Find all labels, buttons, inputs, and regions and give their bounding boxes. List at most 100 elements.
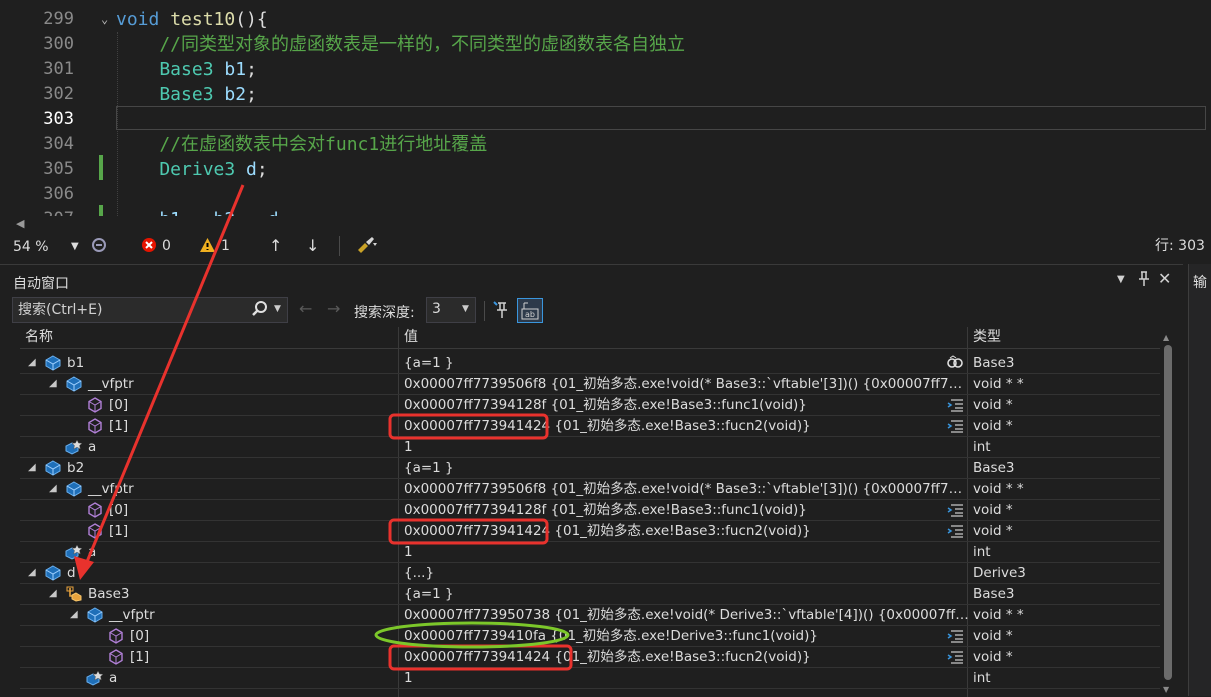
cube-icon — [86, 418, 104, 434]
search-icon[interactable] — [251, 300, 269, 322]
code-text: //同类型对象的虚函数表是一样的，不同类型的虚函数表各自独立 — [116, 32, 685, 57]
code-line[interactable]: 302 Base3 b2; — [0, 82, 1180, 107]
scroll-down-icon[interactable]: ▼ — [1163, 685, 1169, 694]
watch-value[interactable]: {a=1 } — [404, 458, 970, 478]
visualizer-icon[interactable] — [947, 418, 965, 434]
code-token: (){ — [235, 9, 268, 30]
watch-value[interactable]: 0x00007ff773941424 {01_初始多态.exe!Base3::f… — [404, 647, 970, 667]
visualizer-icon[interactable] — [947, 502, 965, 518]
close-icon[interactable]: ✕ — [1158, 269, 1171, 288]
visualizer-icon[interactable] — [947, 649, 965, 665]
watch-name: [1] — [109, 418, 129, 434]
code-line[interactable]: 303 — [0, 107, 1180, 132]
horizontal-scrollbar[interactable]: ◀ — [0, 216, 1211, 232]
watch-row[interactable]: [0] 0x00007ff77394128f {01_初始多态.exe!Base3… — [20, 395, 1160, 416]
watch-value[interactable]: 0x00007ff7739410fa {01_初始多态.exe!Derive3:… — [404, 626, 970, 646]
watch-row[interactable]: a 1 int — [20, 437, 1160, 458]
scroll-up-icon[interactable]: ▲ — [1163, 333, 1169, 342]
column-header-name[interactable]: 名称 — [25, 327, 53, 348]
search-depth-dropdown[interactable]: 3 ▼ — [426, 297, 476, 323]
watch-row[interactable]: ◢ Base3 {a=1 } Base3 — [20, 584, 1160, 605]
watch-row[interactable]: ◢ b1 {a=1 } Base3 — [20, 353, 1160, 374]
code-line[interactable]: 300 //同类型对象的虚函数表是一样的，不同类型的虚函数表各自独立 — [0, 32, 1180, 57]
code-line[interactable]: 307 b1 = b2 = d — [0, 207, 1180, 216]
watch-value[interactable]: 1 — [404, 668, 970, 688]
zoom-dropdown[interactable]: 54 % ▼ — [9, 235, 85, 257]
watch-value[interactable]: 0x00007ff773941424 {01_初始多态.exe!Base3::f… — [404, 416, 970, 436]
header-divider — [20, 348, 1160, 349]
watch-value[interactable]: 0x00007ff7739506f8 {01_初始多态.exe!void(* B… — [404, 479, 970, 499]
column-header-type[interactable]: 类型 — [973, 327, 1001, 348]
watch-name-cell: ◢ Base3 — [20, 584, 398, 604]
code-line[interactable]: 305 Derive3 d; — [0, 157, 1180, 182]
watch-name: a — [88, 544, 97, 560]
watch-value[interactable]: {a=1 } — [404, 353, 970, 373]
view-icon[interactable] — [946, 355, 964, 371]
brush-icon[interactable] — [356, 236, 378, 259]
watch-row[interactable]: [1] 0x00007ff773941424 {01_初始多态.exe!Base3… — [20, 647, 1160, 668]
code-editor[interactable]: 298 299⌄void test10(){300 //同类型对象的虚函数表是一… — [0, 0, 1211, 216]
visualizer-icon[interactable] — [947, 523, 965, 539]
watch-value[interactable]: 0x00007ff77394128f {01_初始多态.exe!Base3::f… — [404, 500, 970, 520]
scrollbar-thumb[interactable] — [1164, 345, 1172, 680]
watch-name: [0] — [130, 628, 150, 644]
visualizer-icon[interactable] — [947, 628, 965, 644]
search-box[interactable]: ▼ — [12, 297, 288, 323]
watch-row[interactable]: ◢ __vfptr 0x00007ff7739506f8 {01_初始多态.exe!… — [20, 374, 1160, 395]
object-icon — [65, 376, 83, 392]
watch-row[interactable]: [0] 0x00007ff7739410fa {01_初始多态.exe!Deriv… — [20, 626, 1160, 647]
watch-row[interactable]: ◢ b2 {a=1 } Base3 — [20, 458, 1160, 479]
code-line[interactable]: 306 — [0, 182, 1180, 207]
watch-value[interactable]: 1 — [404, 542, 970, 562]
search-input[interactable] — [18, 301, 246, 319]
code-line[interactable]: 301 Base3 b1; — [0, 57, 1180, 82]
watch-value[interactable]: 1 — [404, 437, 970, 457]
visualizer-icon[interactable] — [947, 397, 965, 413]
watch-value[interactable]: 0x00007ff7739506f8 {01_初始多态.exe!void(* B… — [404, 374, 970, 394]
watch-type: void * * — [973, 607, 1024, 623]
watch-row[interactable]: ◢ __vfptr 0x00007ff773950738 {01_初始多态.exe!… — [20, 605, 1160, 626]
watch-value[interactable]: 0x00007ff77394128f {01_初始多态.exe!Base3::f… — [404, 395, 970, 415]
watch-row[interactable]: [1] 0x00007ff773941424 {01_初始多态.exe!Base3… — [20, 521, 1160, 542]
watch-name-cell: [0] — [20, 395, 398, 415]
watch-value[interactable]: {...} — [404, 563, 970, 583]
output-panel-collapsed[interactable]: 输 — [1188, 264, 1211, 696]
arrow-down-icon[interactable]: ↓ — [306, 237, 319, 255]
pin-icon[interactable] — [1137, 271, 1151, 291]
watch-row[interactable]: a 1 int — [20, 668, 1160, 689]
expand-triangle-icon[interactable]: ◢ — [49, 584, 57, 604]
expand-triangle-icon[interactable]: ◢ — [28, 353, 36, 373]
search-options-chevron-icon[interactable]: ▼ — [274, 304, 281, 314]
expand-triangle-icon[interactable]: ◢ — [49, 479, 57, 499]
arrow-up-icon[interactable]: ↑ — [269, 237, 282, 255]
watch-row[interactable]: ◢ d {...} Derive3 — [20, 563, 1160, 584]
expand-triangle-icon[interactable]: ◢ — [49, 374, 57, 394]
code-cleanup-icon[interactable] — [90, 236, 108, 259]
view-object-ab-icon[interactable]: ab — [517, 298, 543, 323]
watch-value[interactable]: 0x00007ff773941424 {01_初始多态.exe!Base3::f… — [404, 521, 970, 541]
column-header-value[interactable]: 值 — [404, 327, 418, 348]
forward-arrow-icon[interactable]: → — [327, 299, 340, 318]
fold-chevron-icon[interactable]: ⌄ — [101, 7, 108, 32]
back-arrow-icon[interactable]: ← — [299, 299, 312, 318]
watch-value[interactable]: {a=1 } — [404, 584, 970, 604]
field-icon — [65, 439, 83, 455]
error-count[interactable]: 0 — [162, 237, 171, 255]
expand-triangle-icon[interactable]: ◢ — [28, 563, 36, 583]
pin-to-source-icon[interactable] — [492, 300, 512, 324]
error-icon[interactable] — [141, 237, 157, 258]
expand-triangle-icon[interactable]: ◢ — [70, 605, 78, 625]
warning-count[interactable]: 1 — [221, 237, 230, 255]
watch-row[interactable]: a 1 int — [20, 542, 1160, 563]
watch-row[interactable]: [0] 0x00007ff77394128f {01_初始多态.exe!Base3… — [20, 500, 1160, 521]
scroll-left-icon[interactable]: ◀ — [16, 217, 24, 230]
expand-triangle-icon[interactable]: ◢ — [28, 458, 36, 478]
code-line[interactable]: 304 //在虚函数表中会对func1进行地址覆盖 — [0, 132, 1180, 157]
watch-row[interactable]: ◢ __vfptr 0x00007ff7739506f8 {01_初始多态.exe!… — [20, 479, 1160, 500]
watch-row[interactable]: [1] 0x00007ff773941424 {01_初始多态.exe!Base3… — [20, 416, 1160, 437]
window-menu-chevron-icon[interactable]: ▼ — [1117, 274, 1125, 285]
warning-icon[interactable] — [199, 237, 216, 258]
watch-name: __vfptr — [109, 607, 155, 623]
watch-value[interactable]: 0x00007ff773950738 {01_初始多态.exe!void(* D… — [404, 605, 970, 625]
code-line[interactable]: 299 ⌄ void test10(){ — [0, 7, 1180, 32]
